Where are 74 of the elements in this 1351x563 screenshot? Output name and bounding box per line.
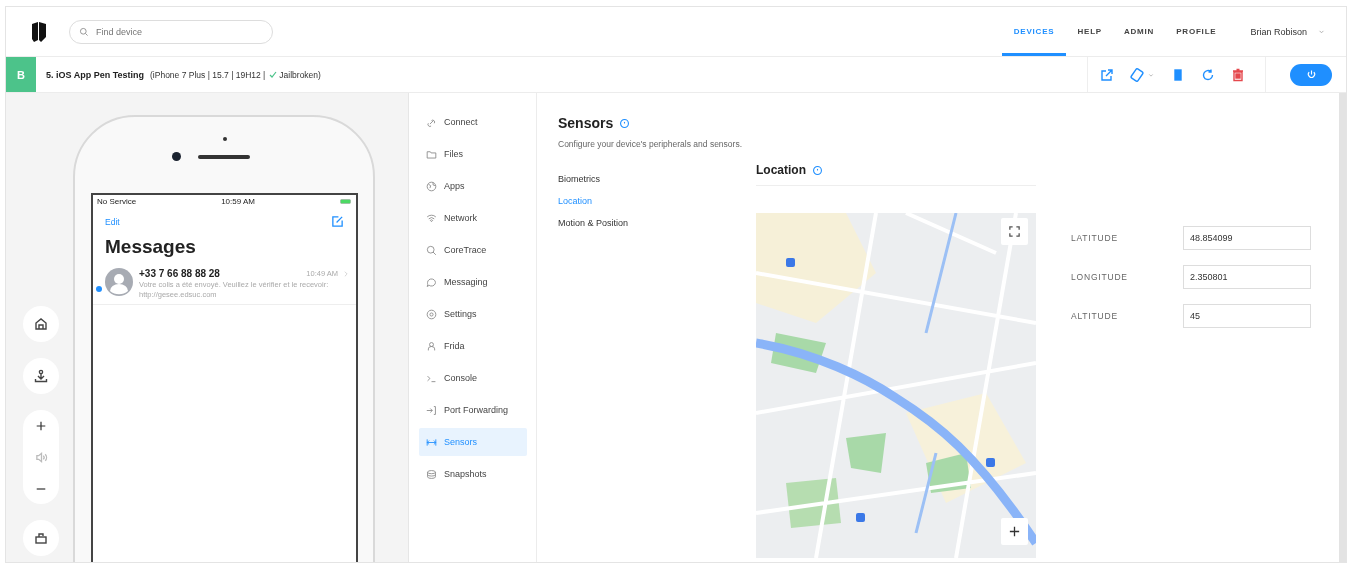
sensor-tab[interactable]: Motion & Position	[558, 215, 756, 231]
sidebar-item[interactable]: Files	[419, 140, 527, 168]
clock: 10:59 AM	[221, 197, 255, 206]
sidebar-item[interactable]: Snapshots	[419, 460, 527, 488]
home-button[interactable]	[23, 306, 59, 342]
search-field[interactable]: Find device	[69, 19, 273, 44]
field-label: LATITUDE	[1071, 233, 1119, 243]
device-name: 5. iOS App Pen Testing	[46, 69, 144, 80]
person-icon	[426, 340, 437, 352]
rotate-icon	[1130, 67, 1144, 82]
speaker-icon	[34, 450, 48, 464]
speaker-grille	[198, 155, 250, 159]
carrier-label: No Service	[97, 197, 137, 206]
settings-icon	[426, 308, 437, 320]
fullscreen-button[interactable]	[1001, 218, 1028, 245]
sender-name: +33 7 66 88 88 28	[139, 268, 221, 279]
search-icon	[79, 26, 89, 37]
refresh-icon	[1201, 67, 1215, 82]
nav-tab[interactable]: PROFILE	[1165, 10, 1228, 56]
compose-icon	[331, 215, 344, 228]
section-title: Location	[756, 163, 806, 177]
help-icon	[619, 117, 631, 129]
search-icon	[426, 244, 437, 256]
arrow-in-icon	[426, 404, 437, 416]
sidebar-item[interactable]: Port Forwarding	[419, 396, 527, 424]
home-icon	[34, 317, 48, 331]
page-description: Configure your device's peripherals and sensors.	[558, 139, 743, 149]
sidebar-item[interactable]: Settings	[419, 300, 527, 328]
sidebar-item[interactable]: Apps	[419, 172, 527, 200]
input-field[interactable]: 48.854099	[1183, 226, 1311, 250]
sidebar-item[interactable]: Network	[419, 204, 527, 232]
help-icon	[812, 164, 823, 176]
tray-icon	[34, 369, 48, 383]
fullscreen-icon	[1008, 225, 1021, 238]
logo-icon	[32, 21, 46, 42]
user-name[interactable]: Brian Robison	[1250, 26, 1307, 37]
sensor-dot	[223, 137, 227, 141]
sidebar-item[interactable]: Frida	[419, 332, 527, 360]
power-button[interactable]	[1290, 63, 1332, 86]
wifi-icon	[426, 212, 437, 224]
device-details: (iPhone 7 Plus | 15.7 | 19H12 |	[150, 69, 266, 80]
battery-icon	[340, 199, 352, 204]
avatar-icon	[105, 268, 133, 296]
arrows-icon	[426, 436, 437, 448]
keyboard-icon	[34, 531, 48, 545]
power-icon	[1305, 69, 1317, 80]
field-label: LONGITUDE	[1071, 272, 1129, 282]
screen-title: Messages	[104, 235, 197, 258]
device-status: Jailbroken)	[279, 69, 321, 80]
plus-icon	[35, 419, 47, 432]
input-field[interactable]: 45	[1183, 304, 1311, 328]
speech-bubble-icon	[426, 276, 437, 288]
trash-icon	[1231, 67, 1245, 82]
external-link-icon	[1100, 67, 1114, 82]
stack-icon	[426, 468, 437, 480]
sidebar-item[interactable]: Messaging	[419, 268, 527, 296]
sensor-tab[interactable]: Biometrics	[558, 171, 756, 187]
plus-icon	[1008, 525, 1021, 538]
sidebar-item[interactable]: Console	[419, 364, 527, 392]
nav-tab[interactable]: HELP	[1066, 10, 1113, 56]
nav-tab[interactable]: ADMIN	[1112, 10, 1166, 56]
keyboard-button[interactable]	[23, 520, 59, 556]
page-title: Sensors	[558, 115, 614, 131]
folder-icon	[426, 148, 437, 160]
volume-up-button[interactable]	[35, 419, 47, 432]
zoom-in-button[interactable]	[1001, 518, 1028, 545]
input-field[interactable]: 2.350801	[1183, 265, 1311, 289]
device-badge: B	[6, 57, 36, 92]
sidebar-item[interactable]: Connect	[419, 108, 527, 136]
install-button[interactable]	[23, 358, 59, 394]
chevron-icon	[342, 269, 350, 278]
camera-lens	[172, 152, 181, 161]
sidebar-item[interactable]: CoreTrace	[419, 236, 527, 264]
field-label: ALTITUDE	[1071, 311, 1119, 321]
